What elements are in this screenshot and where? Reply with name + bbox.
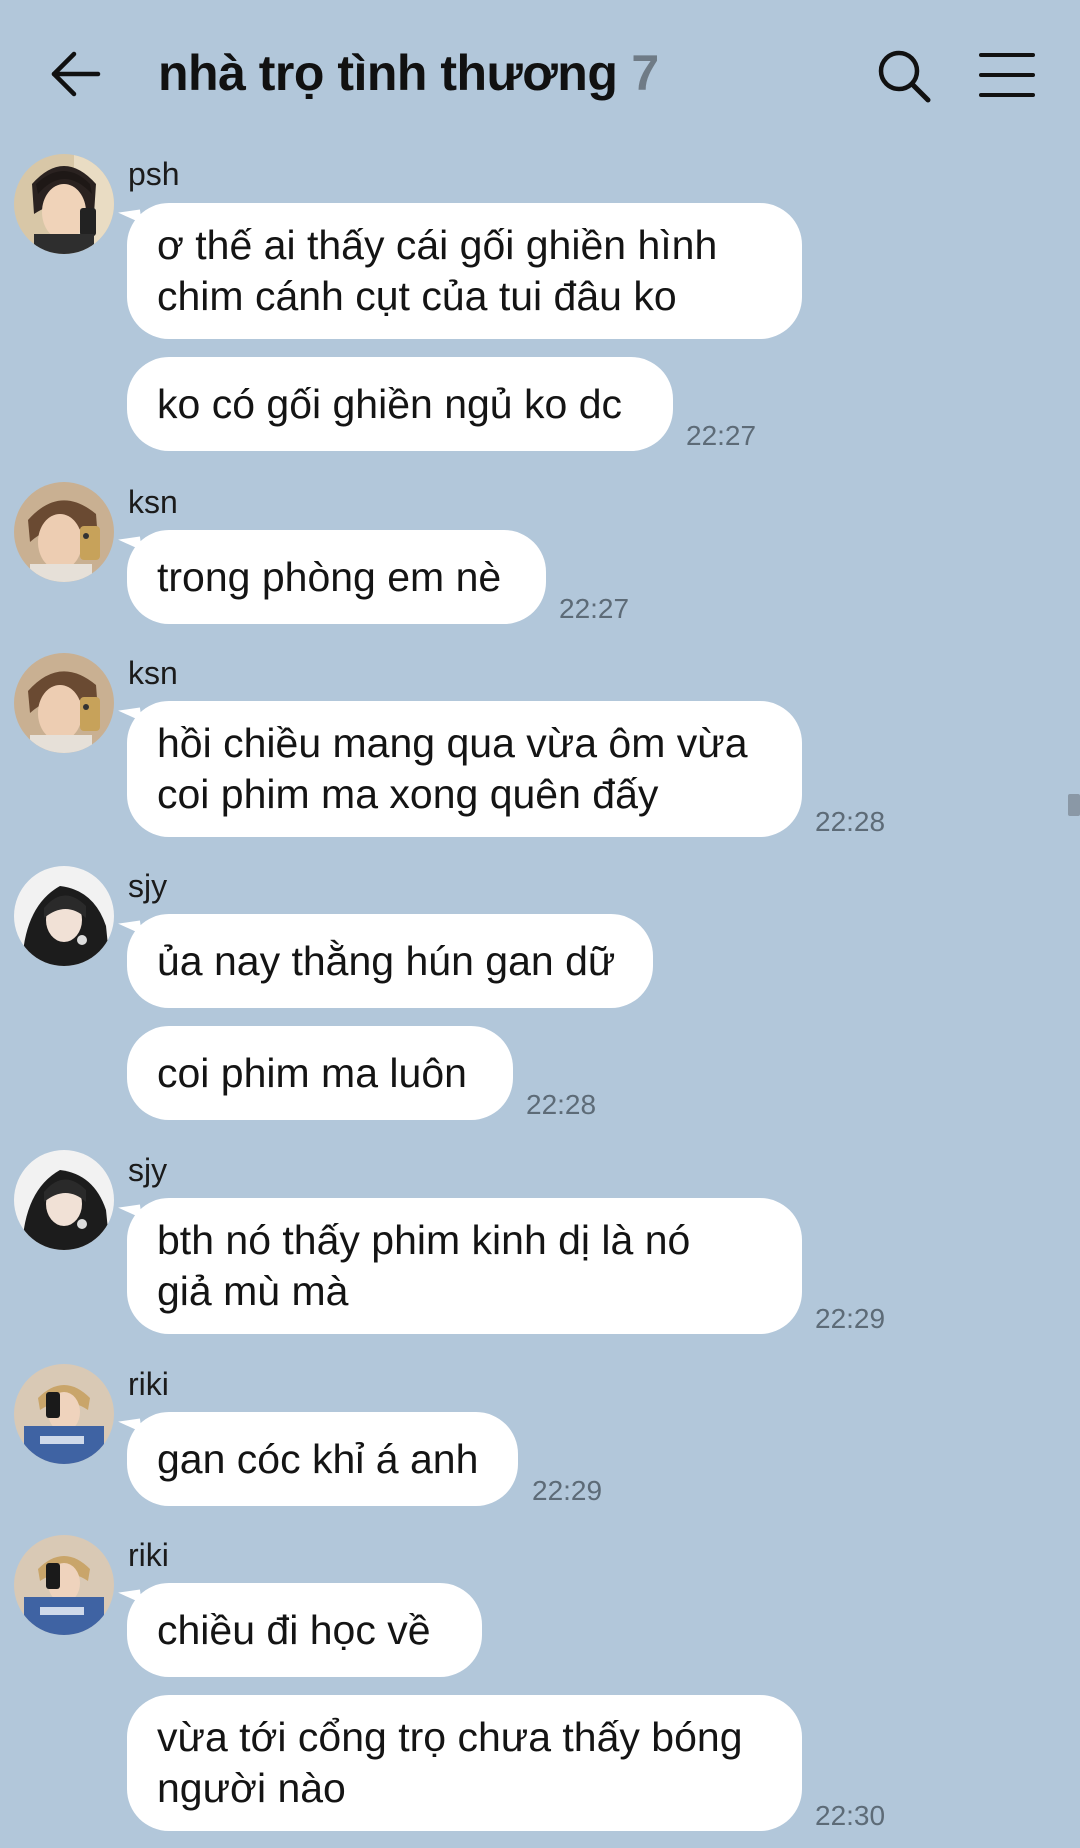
member-count: 7 bbox=[631, 45, 659, 101]
search-icon[interactable] bbox=[874, 46, 934, 106]
message-bubble[interactable]: gan cóc khỉ á anh bbox=[127, 1412, 518, 1506]
message-timestamp: 22:29 bbox=[532, 1475, 603, 1506]
message-timestamp: 22:28 bbox=[815, 806, 886, 837]
sender-name: psh bbox=[128, 156, 180, 192]
chat-screen: nhà trọ tình thương 7 psh ơ thế ai thấy … bbox=[0, 0, 1080, 1848]
message-timestamp: 22:29 bbox=[815, 1303, 886, 1334]
avatar-ksn[interactable] bbox=[14, 653, 114, 753]
chat-header: nhà trọ tình thương 7 bbox=[0, 0, 1080, 150]
message-line: bth nó thấy phim kinh dị là nó bbox=[157, 1217, 691, 1263]
chat-title: nhà trọ tình thương 7 bbox=[158, 44, 659, 102]
sender-name: sjy bbox=[128, 1152, 168, 1188]
message-bubble[interactable]: ủa nay thằng hún gan dữ bbox=[127, 914, 653, 1008]
message-line: coi phim ma luôn bbox=[157, 1049, 467, 1096]
back-arrow-icon[interactable] bbox=[48, 46, 104, 102]
message-line: chiều đi học về bbox=[157, 1606, 431, 1653]
message-timestamp: 22:28 bbox=[526, 1089, 597, 1120]
message-bubble[interactable]: coi phim ma luôn bbox=[127, 1026, 513, 1120]
menu-icon[interactable] bbox=[978, 50, 1036, 100]
message-line: ko có gối ghiền ngủ ko dc bbox=[157, 380, 622, 427]
message-bubble[interactable]: chiều đi học về bbox=[127, 1583, 482, 1677]
message-bubble[interactable]: hồi chiều mang qua vừa ôm vừa coi phim m… bbox=[127, 701, 802, 837]
avatar-riki[interactable] bbox=[14, 1364, 114, 1464]
sender-name: sjy bbox=[128, 868, 168, 904]
message-timestamp: 22:30 bbox=[815, 1800, 886, 1831]
chat-title-text: nhà trọ tình thương bbox=[158, 45, 618, 101]
sender-name: riki bbox=[128, 1537, 169, 1573]
message-line: ơ thế ai thấy cái gối ghiền hình bbox=[157, 222, 718, 268]
message-timestamp: 22:27 bbox=[686, 420, 757, 451]
message-line: gan cóc khỉ á anh bbox=[157, 1435, 479, 1482]
scroll-indicator[interactable] bbox=[1068, 794, 1080, 816]
message-line: giả mù mà bbox=[157, 1268, 349, 1314]
message-line: coi phim ma xong quên đấy bbox=[157, 771, 659, 817]
message-line: hồi chiều mang qua vừa ôm vừa bbox=[157, 720, 748, 766]
message-bubble[interactable]: trong phòng em nè bbox=[127, 530, 546, 624]
avatar-riki[interactable] bbox=[14, 1535, 114, 1635]
avatar-sjy[interactable] bbox=[14, 866, 114, 966]
message-line: chim cánh cụt của tui đâu ko bbox=[157, 273, 677, 319]
message-bubble[interactable]: bth nó thấy phim kinh dị là nó giả mù mà bbox=[127, 1198, 802, 1334]
sender-name: ksn bbox=[128, 655, 178, 691]
sender-name: riki bbox=[128, 1366, 169, 1402]
message-line: ủa nay thằng hún gan dữ bbox=[157, 937, 616, 984]
message-line: người nào bbox=[157, 1765, 346, 1811]
avatar-ksn[interactable] bbox=[14, 482, 114, 582]
message-line: trong phòng em nè bbox=[157, 553, 502, 600]
message-timestamp: 22:27 bbox=[559, 593, 630, 624]
message-bubble[interactable]: vừa tới cổng trọ chưa thấy bóng người nà… bbox=[127, 1695, 802, 1831]
message-line: vừa tới cổng trọ chưa thấy bóng bbox=[157, 1714, 743, 1760]
avatar-psh[interactable] bbox=[14, 154, 114, 254]
avatar-sjy[interactable] bbox=[14, 1150, 114, 1250]
message-bubble[interactable]: ko có gối ghiền ngủ ko dc bbox=[127, 357, 673, 451]
sender-name: ksn bbox=[128, 484, 178, 520]
message-bubble[interactable]: ơ thế ai thấy cái gối ghiền hình chim cá… bbox=[127, 203, 802, 339]
